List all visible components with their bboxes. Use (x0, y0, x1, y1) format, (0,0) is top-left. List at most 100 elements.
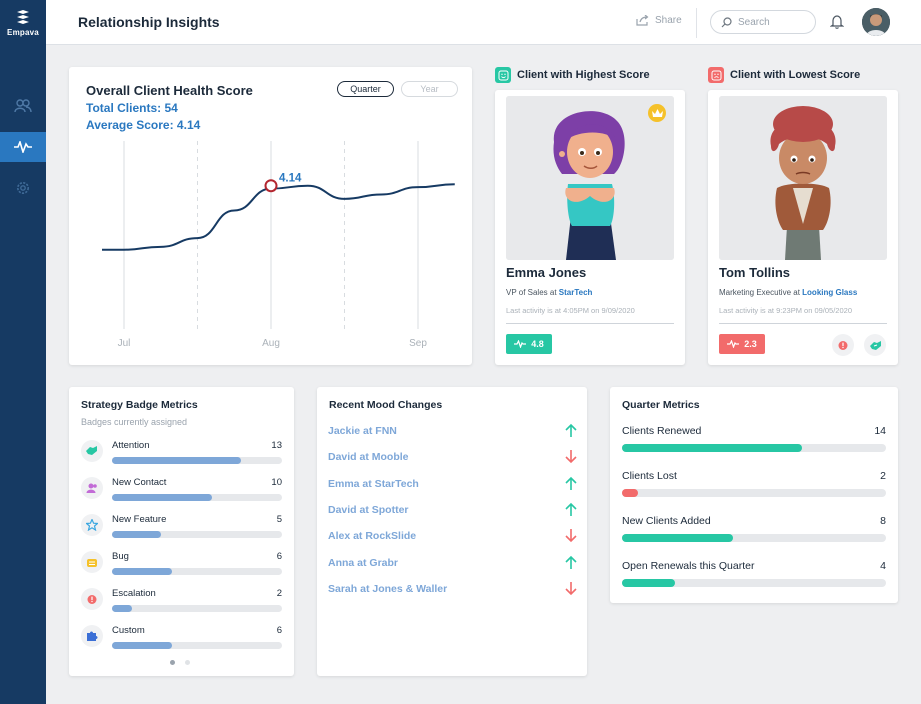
quarter-title: Quarter Metrics (622, 399, 700, 411)
badge-row-custom[interactable]: Custom 6 (81, 625, 282, 655)
high-client-portrait (506, 96, 674, 260)
user-avatar[interactable] (862, 8, 890, 36)
mood-title: Recent Mood Changes (329, 399, 443, 411)
high-client-heading-label: Client with Highest Score (517, 69, 650, 81)
arrow-down-icon (565, 450, 577, 464)
arrow-up-icon (565, 555, 577, 569)
quarter-metric-bar (622, 579, 886, 587)
crown-icon (648, 104, 666, 122)
pulse-icon (14, 141, 32, 153)
page-dot-2[interactable] (185, 660, 190, 665)
header-divider (696, 8, 697, 38)
bug-icon (81, 551, 103, 573)
quarter-metric-bar (622, 489, 886, 497)
quarter-metric-label: Open Renewals this Quarter (622, 560, 755, 572)
badge-bar-fill (112, 531, 162, 538)
mood-item[interactable]: Anna at Grabr (328, 555, 578, 575)
badge-row-attention[interactable]: Attention 13 (81, 440, 282, 470)
quarter-metric-bar-fill (622, 534, 733, 542)
low-client-card[interactable]: Tom Tollins Marketing Executive at Looki… (708, 90, 898, 365)
quarter-metric-label: Clients Lost (622, 470, 677, 482)
mood-item[interactable]: Jackie at FNN (328, 423, 578, 443)
search-placeholder: Search (738, 16, 770, 28)
low-client-company[interactable]: Looking Glass (802, 288, 857, 297)
quarter-metric-value: 2 (880, 470, 886, 482)
badge-row-new-contact[interactable]: New Contact 10 (81, 477, 282, 507)
pulse-icon (727, 340, 740, 348)
share-label: Share (655, 15, 682, 26)
puzzle-icon (81, 625, 103, 647)
alarm-icon (838, 341, 848, 350)
arrow-up-icon (565, 502, 577, 516)
handshake-badge[interactable] (864, 334, 886, 356)
high-client-company[interactable]: StarTech (559, 288, 593, 297)
mood-client-name[interactable]: Sarah at Jones & Waller (328, 583, 447, 595)
arrow-up-icon (565, 423, 577, 437)
badge-bar-fill (112, 642, 172, 649)
health-series-line (102, 183, 455, 251)
mood-client-name[interactable]: Alex at RockSlide (328, 530, 416, 542)
high-client-card[interactable]: Emma Jones VP of Sales at StarTech Last … (495, 90, 685, 365)
badge-row-new-feature[interactable]: New Feature 5 (81, 514, 282, 544)
low-client-heading: Client with Lowest Score (708, 67, 860, 83)
low-client-role: Marketing Executive at Looking Glass (719, 288, 858, 297)
arrow-down-icon (565, 581, 577, 595)
nav-insights[interactable] (0, 132, 46, 162)
badge-row-bug[interactable]: Bug 6 (81, 551, 282, 581)
mood-item[interactable]: David at Spotter (328, 502, 578, 522)
mood-changes-card: Recent Mood Changes Jackie at FNN David a… (317, 387, 587, 676)
mood-client-name[interactable]: Anna at Grabr (328, 557, 398, 569)
nav-clients[interactable] (0, 91, 46, 121)
gear-icon (17, 182, 29, 194)
x-tick-label: Jul (118, 338, 131, 349)
strategy-title: Strategy Badge Metrics (81, 399, 198, 411)
high-client-score: 4.8 (506, 334, 552, 354)
highlight-point[interactable] (264, 179, 278, 193)
health-line-chart: Jul Aug Sep 4.14 (102, 141, 455, 349)
mood-client-name[interactable]: Jackie at FNN (328, 425, 397, 437)
badge-bar (112, 642, 282, 649)
low-client-portrait (719, 96, 887, 260)
mood-client-name[interactable]: David at Spotter (328, 504, 409, 516)
pagination-dots (170, 660, 190, 665)
badge-row-escalation[interactable]: Escalation 2 (81, 588, 282, 618)
empava-logo-icon (17, 10, 29, 24)
contact-icon (81, 477, 103, 499)
badge-bar-fill (112, 494, 213, 501)
quarter-metric-row: New Clients Added 8 (622, 515, 886, 545)
badge-label: Attention (112, 440, 150, 451)
mood-client-name[interactable]: David at Mooble (328, 451, 409, 463)
high-client-role: VP of Sales at StarTech (506, 288, 593, 297)
mood-item[interactable]: Emma at StarTech (328, 476, 578, 496)
quarter-metric-label: Clients Renewed (622, 425, 702, 437)
high-client-divider (506, 323, 674, 324)
mood-item[interactable]: David at Mooble (328, 450, 578, 469)
arrow-down-icon (565, 529, 577, 543)
badge-label: New Contact (112, 477, 167, 488)
logo[interactable]: Empava (0, 10, 46, 37)
logo-text: Empava (7, 28, 39, 37)
alarm-badge[interactable] (832, 334, 854, 356)
badge-count: 13 (271, 440, 282, 451)
badge-count: 6 (276, 551, 282, 562)
mood-item[interactable]: Alex at RockSlide (328, 529, 578, 548)
strategy-badge-card: Strategy Badge Metrics Badges currently … (69, 387, 294, 676)
quarter-metric-value: 8 (880, 515, 886, 527)
page-dot-1[interactable] (170, 660, 175, 665)
low-client-score: 2.3 (719, 334, 765, 354)
nav-settings[interactable] (0, 173, 46, 203)
low-client-activity: Last activity is at 9:23PM on 09/05/2020 (719, 306, 852, 315)
search-icon (721, 16, 732, 27)
x-tick-label: Aug (262, 338, 280, 349)
badge-count: 10 (271, 477, 282, 488)
notifications-button[interactable] (829, 14, 845, 34)
badge-label: Escalation (112, 588, 156, 599)
badge-bar (112, 457, 282, 464)
mood-client-name[interactable]: Emma at StarTech (328, 478, 419, 490)
search-input[interactable]: Search (710, 10, 816, 34)
high-client-heading: Client with Highest Score (495, 67, 650, 83)
share-button[interactable]: Share (636, 15, 682, 26)
happy-face-icon (495, 67, 511, 83)
mood-item[interactable]: Sarah at Jones & Waller (328, 581, 578, 601)
high-client-activity: Last activity is at 4:05PM on 9/09/2020 (506, 306, 635, 315)
